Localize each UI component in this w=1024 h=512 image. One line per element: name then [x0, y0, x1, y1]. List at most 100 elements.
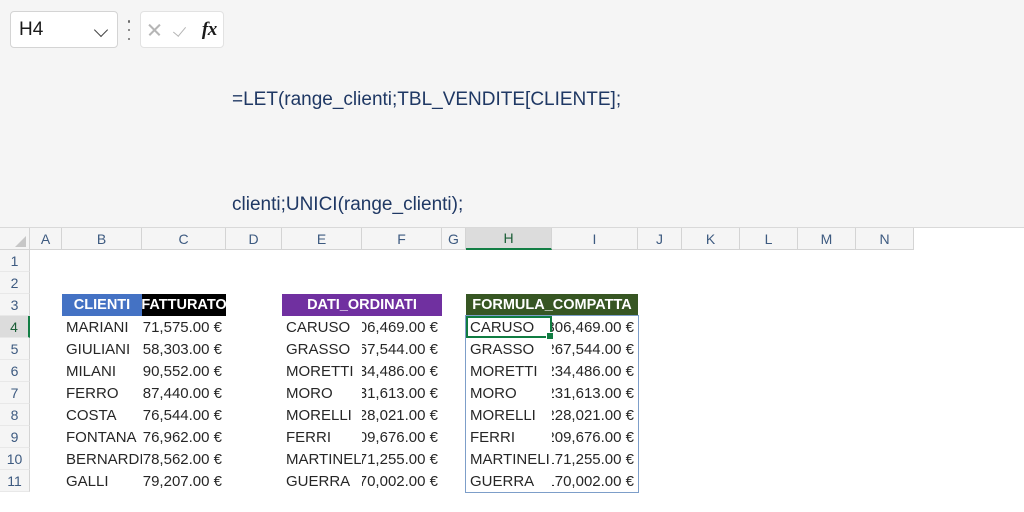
empty-cell[interactable] — [740, 426, 798, 448]
header-cell-formula-compatta[interactable]: FORMULA_COMPATTA — [466, 294, 638, 316]
column-header-l[interactable]: L — [740, 228, 798, 250]
column-header-e[interactable]: E — [282, 228, 362, 250]
cell-fatturato[interactable]: 78,562.00 € — [142, 448, 226, 470]
empty-cell[interactable] — [638, 272, 682, 294]
row-header-4[interactable]: 4 — [0, 316, 30, 338]
cell-compatta-valore[interactable]: 209,676.00 € — [552, 426, 638, 448]
empty-cell[interactable] — [638, 470, 682, 492]
empty-cell[interactable] — [226, 294, 282, 316]
cell-compatta-valore[interactable]: 267,544.00 € — [552, 338, 638, 360]
confirm-button[interactable] — [170, 18, 194, 42]
cell-fatturato[interactable]: 90,552.00 € — [142, 360, 226, 382]
empty-cell[interactable] — [682, 448, 740, 470]
chevron-down-icon[interactable] — [95, 23, 109, 37]
empty-cell[interactable] — [798, 360, 856, 382]
empty-cell[interactable] — [856, 382, 914, 404]
cell-ordinato-valore[interactable]: 171,255.00 € — [362, 448, 442, 470]
empty-cell[interactable] — [740, 250, 798, 272]
column-header-m[interactable]: M — [798, 228, 856, 250]
column-header-c[interactable]: C — [142, 228, 226, 250]
empty-cell[interactable] — [638, 250, 682, 272]
empty-cell[interactable] — [442, 316, 466, 338]
cell-fatturato[interactable] — [142, 272, 226, 294]
cell-ordinato-valore[interactable]: 228,021.00 € — [362, 404, 442, 426]
empty-cell[interactable] — [740, 360, 798, 382]
cell-compatta-nome[interactable]: CARUSO — [466, 316, 552, 338]
cell-compatta-valore[interactable] — [552, 272, 638, 294]
cell-cliente[interactable] — [62, 250, 142, 272]
empty-cell[interactable] — [856, 426, 914, 448]
cell-ordinato-valore[interactable] — [362, 250, 442, 272]
cell-cliente[interactable]: GIULIANI — [62, 338, 142, 360]
empty-cell[interactable] — [740, 448, 798, 470]
empty-cell[interactable] — [798, 404, 856, 426]
empty-cell[interactable] — [856, 338, 914, 360]
empty-cell[interactable] — [798, 382, 856, 404]
empty-cell[interactable] — [442, 448, 466, 470]
cell-cliente[interactable]: GALLI — [62, 470, 142, 492]
empty-cell[interactable] — [682, 294, 740, 316]
cell-ordinato-nome[interactable]: GUERRA — [282, 470, 362, 492]
row-header-10[interactable]: 10 — [0, 448, 30, 470]
empty-cell[interactable] — [442, 426, 466, 448]
empty-cell[interactable] — [226, 470, 282, 492]
cell-ordinato-nome[interactable]: MORETTI — [282, 360, 362, 382]
empty-cell[interactable] — [682, 250, 740, 272]
empty-cell[interactable] — [30, 250, 62, 272]
empty-cell[interactable] — [30, 316, 62, 338]
empty-cell[interactable] — [740, 470, 798, 492]
empty-cell[interactable] — [442, 272, 466, 294]
header-cell-fatturato[interactable]: FATTURATO — [142, 294, 226, 316]
empty-cell[interactable] — [682, 316, 740, 338]
row-header-1[interactable]: 1 — [0, 250, 30, 272]
empty-cell[interactable] — [798, 470, 856, 492]
empty-cell[interactable] — [442, 360, 466, 382]
empty-cell[interactable] — [638, 404, 682, 426]
empty-cell[interactable] — [856, 448, 914, 470]
empty-cell[interactable] — [226, 250, 282, 272]
cell-fatturato[interactable]: 76,962.00 € — [142, 426, 226, 448]
empty-cell[interactable] — [30, 294, 62, 316]
empty-cell[interactable] — [30, 338, 62, 360]
empty-cell[interactable] — [30, 448, 62, 470]
cell-compatta-valore[interactable]: 170,002.00 € — [552, 470, 638, 492]
column-header-k[interactable]: K — [682, 228, 740, 250]
empty-cell[interactable] — [740, 272, 798, 294]
column-header-a[interactable]: A — [30, 228, 62, 250]
empty-cell[interactable] — [740, 404, 798, 426]
cell-compatta-nome[interactable]: MORELLI — [466, 404, 552, 426]
cell-cliente[interactable]: BERNARDI — [62, 448, 142, 470]
empty-cell[interactable] — [30, 382, 62, 404]
empty-cell[interactable] — [638, 360, 682, 382]
empty-cell[interactable] — [682, 360, 740, 382]
cell-ordinato-nome[interactable]: MORELLI — [282, 404, 362, 426]
cell-ordinato-valore[interactable]: 209,676.00 € — [362, 426, 442, 448]
vertical-dots-icon[interactable] — [127, 20, 131, 40]
row-header-2[interactable]: 2 — [0, 272, 30, 294]
empty-cell[interactable] — [226, 338, 282, 360]
empty-cell[interactable] — [30, 470, 62, 492]
empty-cell[interactable] — [682, 426, 740, 448]
cell-compatta-nome[interactable] — [466, 250, 552, 272]
empty-cell[interactable] — [226, 316, 282, 338]
empty-cell[interactable] — [856, 470, 914, 492]
cell-cliente[interactable]: MARIANI — [62, 316, 142, 338]
cell-ordinato-nome[interactable]: GRASSO — [282, 338, 362, 360]
empty-cell[interactable] — [798, 272, 856, 294]
row-header-7[interactable]: 7 — [0, 382, 30, 404]
empty-cell[interactable] — [226, 382, 282, 404]
row-header-9[interactable]: 9 — [0, 426, 30, 448]
cell-ordinato-nome[interactable] — [282, 250, 362, 272]
empty-cell[interactable] — [226, 360, 282, 382]
empty-cell[interactable] — [798, 426, 856, 448]
empty-cell[interactable] — [226, 448, 282, 470]
cell-compatta-nome[interactable]: MARTINELI — [466, 448, 552, 470]
cell-ordinato-valore[interactable]: 306,469.00 € — [362, 316, 442, 338]
row-header-5[interactable]: 5 — [0, 338, 30, 360]
cell-fatturato[interactable]: 71,575.00 € — [142, 316, 226, 338]
empty-cell[interactable] — [798, 294, 856, 316]
empty-cell[interactable] — [740, 338, 798, 360]
empty-cell[interactable] — [226, 272, 282, 294]
empty-cell[interactable] — [798, 448, 856, 470]
cell-compatta-valore[interactable]: 306,469.00 € — [552, 316, 638, 338]
